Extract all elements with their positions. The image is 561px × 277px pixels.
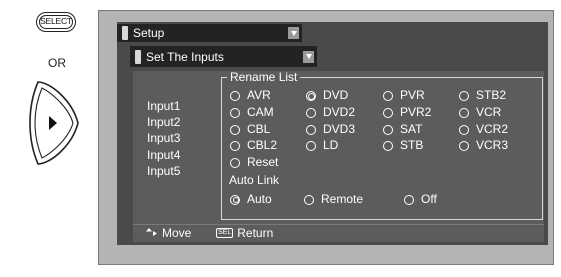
option-vcr2[interactable]: VCR2	[459, 123, 508, 136]
rename-list-title: Rename List	[227, 71, 301, 84]
footer-bar	[133, 224, 544, 242]
option-dvd3[interactable]: DVD3	[306, 123, 355, 136]
option-stb2[interactable]: STB2	[459, 89, 506, 102]
radio-icon	[304, 194, 314, 205]
radio-icon	[383, 124, 393, 135]
option-remote[interactable]: Remote	[304, 193, 363, 206]
radio-icon	[459, 107, 469, 118]
radio-icon	[383, 140, 393, 151]
radio-icon	[404, 194, 414, 205]
move-arrows-icon	[146, 228, 157, 236]
option-sat[interactable]: SAT	[383, 123, 422, 136]
chevron-down-icon	[288, 27, 299, 39]
radio-icon	[306, 124, 316, 135]
option-ld[interactable]: LD	[306, 139, 338, 152]
input-item-5[interactable]: Input5	[147, 165, 180, 178]
setup-title: Setup	[133, 26, 165, 40]
menu-marker-icon	[135, 49, 141, 64]
or-label: OR	[48, 56, 66, 70]
auto-link-title: Auto Link	[229, 173, 280, 187]
move-label: Move	[162, 226, 192, 240]
radio-icon	[230, 140, 240, 151]
input-item-1[interactable]: Input1	[147, 100, 180, 113]
option-dvd[interactable]: DVD	[306, 89, 348, 102]
option-auto[interactable]: Auto	[230, 193, 272, 206]
radio-icon	[459, 90, 469, 101]
option-off[interactable]: Off	[404, 193, 437, 206]
radio-icon	[306, 107, 316, 118]
radio-icon	[230, 90, 240, 101]
input-item-4[interactable]: Input4	[147, 149, 180, 162]
footer-move: Move	[146, 226, 191, 240]
chevron-down-icon	[303, 50, 314, 63]
radio-icon	[459, 140, 469, 151]
option-stb[interactable]: STB	[383, 139, 423, 152]
option-avr[interactable]: AVR	[230, 89, 271, 102]
set-inputs-title: Set The Inputs	[146, 49, 224, 64]
option-pvr2[interactable]: PVR2	[383, 106, 431, 119]
option-cbl2[interactable]: CBL2	[230, 139, 277, 152]
option-cam[interactable]: CAM	[230, 106, 274, 119]
radio-icon	[459, 124, 469, 135]
setup-menu-bar[interactable]: Setup	[117, 24, 302, 42]
option-vcr3[interactable]: VCR3	[459, 139, 508, 152]
set-inputs-menu-bar[interactable]: Set The Inputs	[130, 46, 317, 67]
footer-return: SEL Return	[216, 226, 273, 240]
option-cbl[interactable]: CBL	[230, 123, 270, 136]
radio-icon	[383, 107, 393, 118]
option-reset[interactable]: Reset	[230, 156, 278, 169]
radio-icon	[230, 107, 240, 118]
radio-icon	[230, 124, 240, 135]
sel-key-icon: SEL	[216, 228, 234, 238]
select-button-label: SELECT	[40, 16, 72, 26]
input-item-2[interactable]: Input2	[147, 116, 180, 129]
radio-selected-icon	[230, 194, 240, 205]
option-pvr[interactable]: PVR	[383, 89, 425, 102]
input-item-3[interactable]: Input3	[147, 132, 180, 145]
option-vcr[interactable]: VCR	[459, 106, 501, 119]
menu-marker-icon	[122, 26, 128, 40]
right-arrow-button[interactable]	[20, 80, 100, 166]
select-button[interactable]: SELECT	[36, 12, 76, 32]
radio-icon	[230, 157, 240, 168]
radio-selected-icon	[306, 90, 316, 101]
radio-icon	[306, 140, 316, 151]
option-dvd2[interactable]: DVD2	[306, 106, 355, 119]
return-label: Return	[237, 226, 274, 240]
radio-icon	[383, 90, 393, 101]
